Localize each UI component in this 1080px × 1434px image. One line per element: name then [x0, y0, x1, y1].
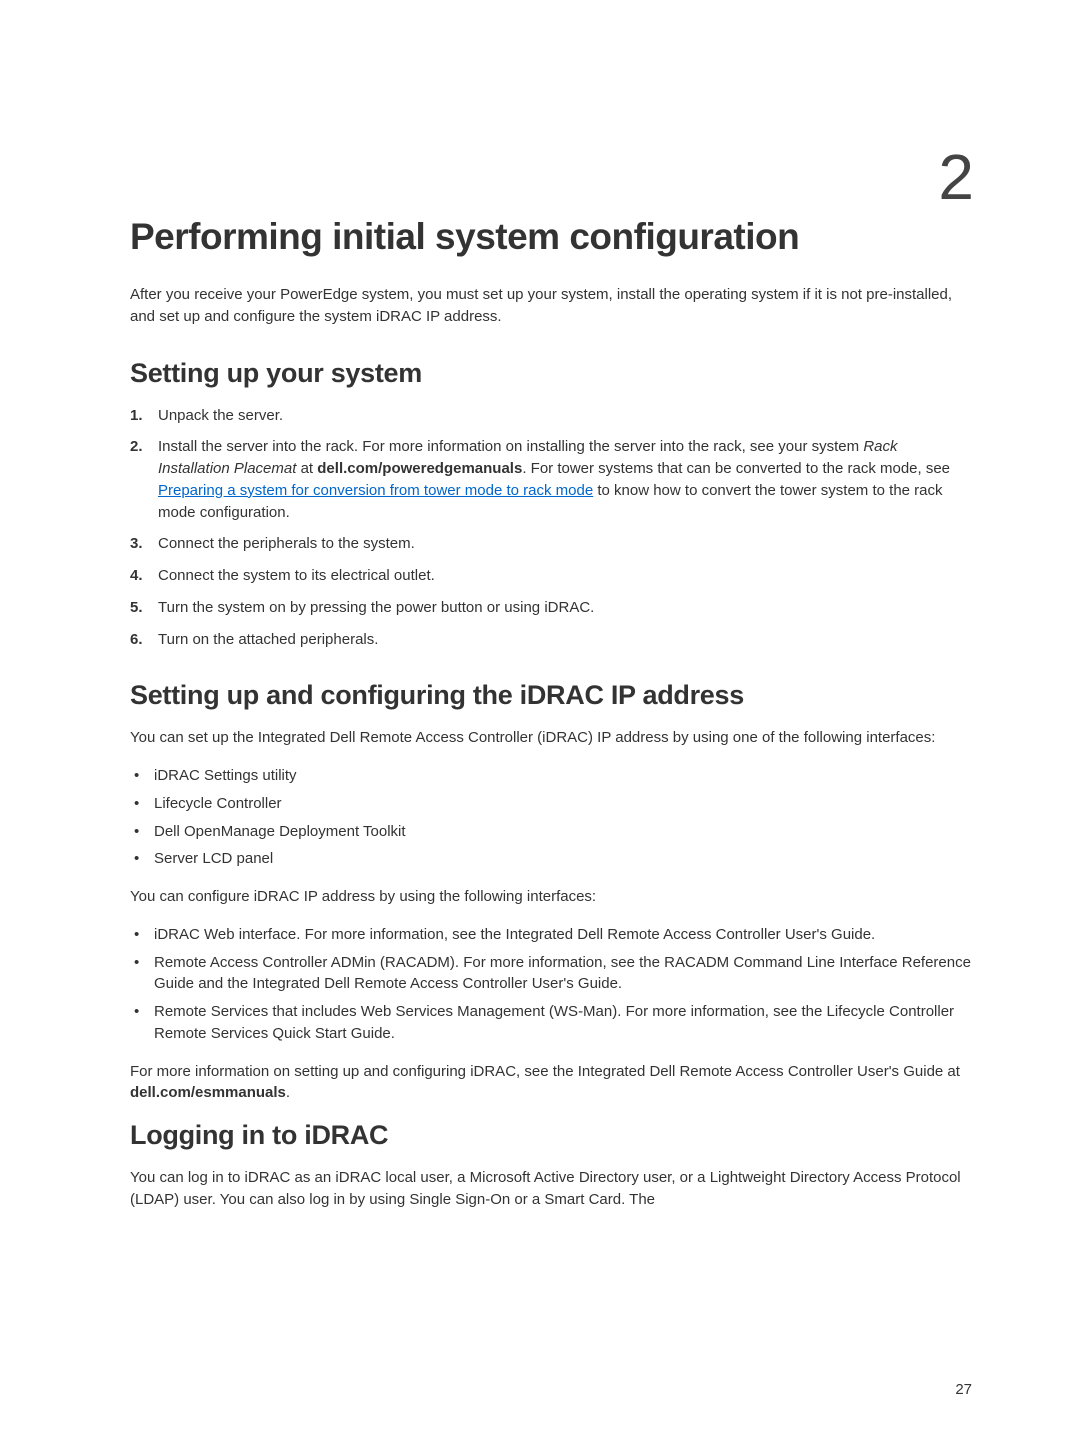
- page-number: 27: [955, 1381, 972, 1398]
- step-number: 4.: [130, 565, 143, 587]
- step-text: Turn on the attached peripherals.: [158, 631, 378, 648]
- step-number: 5.: [130, 597, 143, 619]
- list-item: Server LCD panel: [130, 848, 972, 870]
- step-number: 3.: [130, 533, 143, 555]
- step-text: Connect the peripherals to the system.: [158, 535, 415, 552]
- step-3: 3. Connect the peripherals to the system…: [130, 533, 972, 555]
- step-4: 4. Connect the system to its electrical …: [130, 565, 972, 587]
- step-text-prefix: Install the server into the rack. For mo…: [158, 438, 863, 455]
- step-6: 6. Turn on the attached peripherals.: [130, 629, 972, 651]
- step-5: 5. Turn the system on by pressing the po…: [130, 597, 972, 619]
- list-item: iDRAC Settings utility: [130, 765, 972, 787]
- list-item: Remote Access Controller ADMin (RACADM).…: [130, 952, 972, 996]
- idrac-configure-interfaces-list: iDRAC Web interface. For more informatio…: [130, 924, 972, 1045]
- step-text: Unpack the server.: [158, 407, 283, 424]
- idrac-configure-intro: You can configure iDRAC IP address by us…: [130, 886, 972, 908]
- chapter-intro: After you receive your PowerEdge system,…: [130, 284, 972, 328]
- step-text: Connect the system to its electrical out…: [158, 567, 435, 584]
- list-item: iDRAC Web interface. For more informatio…: [130, 924, 972, 946]
- step-text-mid1: at: [296, 460, 317, 477]
- list-item: Dell OpenManage Deployment Toolkit: [130, 821, 972, 843]
- chapter-number: 2: [130, 140, 972, 214]
- step-text-bold: dell.com/poweredgemanuals: [317, 460, 522, 477]
- step-text-mid2: . For tower systems that can be converte…: [522, 460, 950, 477]
- section-heading-logging-in: Logging in to iDRAC: [130, 1120, 972, 1151]
- outro-bold: dell.com/esmmanuals: [130, 1084, 286, 1101]
- list-item: Lifecycle Controller: [130, 793, 972, 815]
- chapter-title: Performing initial system configuration: [130, 216, 972, 258]
- idrac-intro: You can set up the Integrated Dell Remot…: [130, 727, 972, 749]
- outro-prefix: For more information on setting up and c…: [130, 1063, 960, 1080]
- list-item: Remote Services that includes Web Servic…: [130, 1001, 972, 1045]
- section-heading-setup-system: Setting up your system: [130, 358, 972, 389]
- step-2: 2. Install the server into the rack. For…: [130, 436, 972, 523]
- section-heading-idrac-ip: Setting up and configuring the iDRAC IP …: [130, 680, 972, 711]
- step-number: 2.: [130, 436, 143, 458]
- step-number: 1.: [130, 405, 143, 427]
- step-number: 6.: [130, 629, 143, 651]
- setup-steps-list: 1. Unpack the server. 2. Install the ser…: [130, 405, 972, 651]
- login-text: You can log in to iDRAC as an iDRAC loca…: [130, 1167, 972, 1211]
- step-text: Turn the system on by pressing the power…: [158, 599, 594, 616]
- step-1: 1. Unpack the server.: [130, 405, 972, 427]
- outro-suffix: .: [286, 1084, 290, 1101]
- idrac-setup-interfaces-list: iDRAC Settings utility Lifecycle Control…: [130, 765, 972, 870]
- rack-conversion-link[interactable]: Preparing a system for conversion from t…: [158, 482, 593, 499]
- idrac-more-info: For more information on setting up and c…: [130, 1061, 972, 1105]
